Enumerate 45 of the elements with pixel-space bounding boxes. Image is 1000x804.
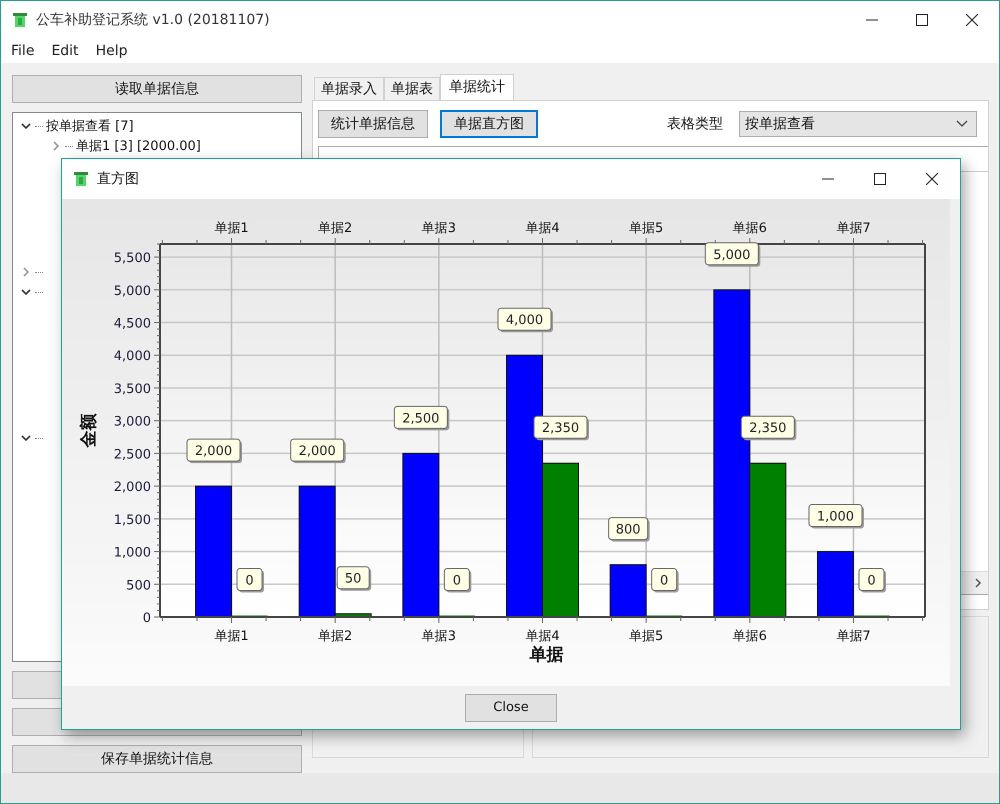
tick-label: 3,500 (114, 382, 151, 397)
category-label: 单据4 (525, 221, 560, 236)
category-label: 单据6 (732, 629, 767, 644)
data-label: 0 (651, 568, 679, 592)
data-label: 2,000 (186, 438, 242, 464)
tick-label: 5,000 (114, 284, 151, 299)
data-label: 800 (608, 517, 650, 542)
category-label: 单据7 (836, 629, 871, 644)
category-label: 单据3 (422, 629, 456, 644)
tick-label: 0 (142, 611, 151, 626)
tick-label: 2,500 (114, 447, 151, 462)
category-label: 单据1 (214, 629, 249, 644)
window-title: 公车补助登记系统 v1.0 (20181107) (36, 10, 270, 28)
data-label: 2,500 (394, 406, 450, 430)
data-label: 0 (236, 568, 264, 592)
category-label: 单据2 (318, 629, 352, 644)
table-type-label: 表格类型 (667, 114, 723, 132)
data-label: 5,000 (704, 242, 760, 267)
tick-label: 4,000 (114, 349, 151, 364)
tick-label: 2,000 (114, 480, 151, 496)
dialog-title: 直方图 (97, 170, 139, 188)
category-label: 单据5 (629, 221, 664, 236)
category-label: 单据7 (836, 221, 871, 236)
tick-label: 5,500 (114, 251, 151, 266)
y-axis-title: 金额 (79, 414, 99, 448)
data-label: 50 (336, 566, 372, 591)
data-label: 2,000 (290, 438, 346, 464)
data-label: 0 (858, 568, 886, 592)
category-label: 单据1 (214, 221, 249, 236)
tick-label: 1,000 (114, 546, 151, 561)
category-label: 单据5 (629, 629, 664, 644)
data-label: 2,350 (534, 416, 589, 440)
x-axis-title: 单据 (530, 645, 564, 665)
tick-label: 500 (126, 578, 151, 594)
category-label: 单据4 (525, 629, 560, 644)
tick-label: 4,500 (114, 316, 151, 332)
category-label: 单据6 (732, 221, 767, 236)
data-label: 2,350 (740, 416, 796, 440)
data-label: 0 (444, 568, 472, 592)
data-label: 1,000 (808, 504, 864, 529)
tick-label: 3,000 (114, 414, 151, 430)
category-label: 单据2 (318, 221, 352, 236)
category-label: 单据3 (422, 221, 456, 236)
tick-label: 1,500 (114, 512, 151, 528)
data-label: 4,000 (498, 308, 553, 332)
